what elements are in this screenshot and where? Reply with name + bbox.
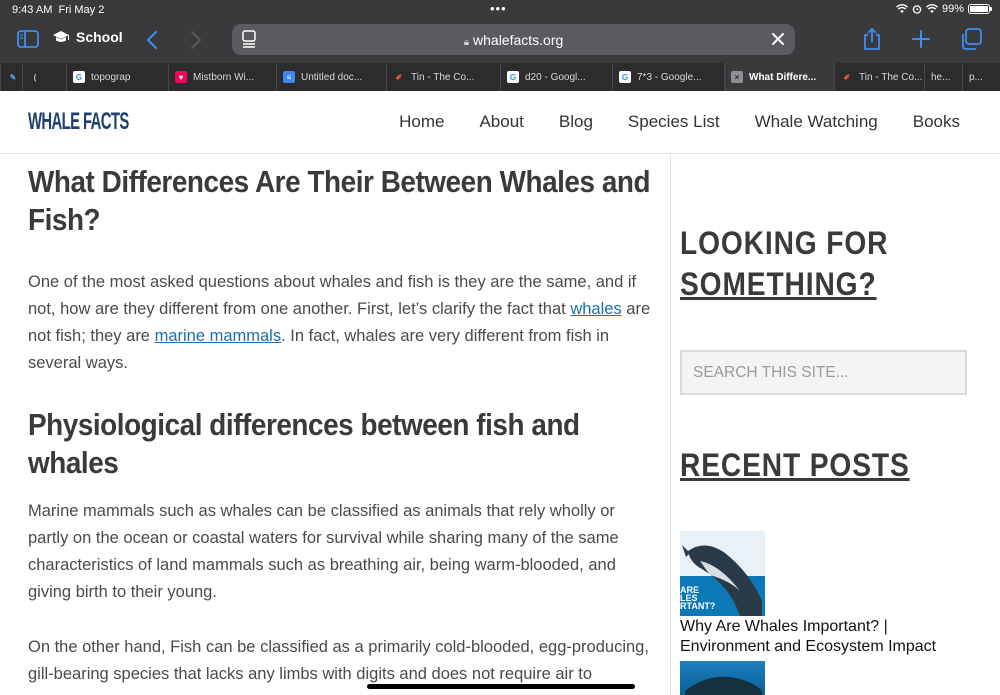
- nav-books[interactable]: Books: [913, 112, 960, 132]
- tab-0[interactable]: ✎: [0, 63, 22, 91]
- address-bar[interactable]: 🔒︎ whalefacts.org: [232, 24, 795, 55]
- marine-mammals-link[interactable]: marine mammals: [155, 327, 282, 345]
- browser-chrome: 9:43 AM Fri May 2 ••• 99% School 🔒︎ whal…: [0, 0, 1000, 91]
- status-right: 99%: [895, 3, 992, 15]
- tab-group-button[interactable]: School: [52, 29, 123, 45]
- tab-5[interactable]: ✐ Tin - The Co...: [386, 63, 500, 91]
- intro-paragraph: One of the most asked questions about wh…: [28, 269, 658, 377]
- tab-10[interactable]: he...: [924, 63, 962, 91]
- tab-6[interactable]: Gd20 - Googl...: [500, 63, 612, 91]
- article-title: What Differences Are Their Between Whale…: [28, 164, 651, 237]
- search-input[interactable]: [682, 352, 965, 393]
- post-thumbnail[interactable]: ARE LES RTANT?: [680, 531, 765, 616]
- nav-home[interactable]: Home: [399, 112, 444, 132]
- plus-icon: [912, 30, 930, 48]
- sidebar-toggle-icon[interactable]: [17, 30, 39, 48]
- new-tab-button[interactable]: [911, 29, 931, 49]
- back-button[interactable]: [146, 30, 158, 50]
- column-divider: [670, 155, 671, 695]
- site-header: WHALE FACTS Home About Blog Species List…: [0, 91, 1000, 154]
- tab-strip: ✎ ( Gtopograp ♥ Mistborn Wi... ≡ Untitled doc.…: [0, 63, 1000, 91]
- clear-address-button[interactable]: [771, 32, 785, 46]
- nav-about[interactable]: About: [479, 112, 523, 132]
- chevron-left-icon: [146, 30, 158, 50]
- nav-whale-watching[interactable]: Whale Watching: [755, 112, 878, 132]
- tab-label: 7*3 - Google...: [637, 71, 702, 83]
- tab-1[interactable]: (: [22, 63, 66, 91]
- tab-label: What Differe...: [749, 71, 817, 83]
- main-nav: Home About Blog Species List Whale Watch…: [399, 112, 960, 132]
- url-text: whalefacts.org: [473, 32, 564, 48]
- tab-4[interactable]: ≡ Untitled doc...: [276, 63, 386, 91]
- lock-icon: 🔒︎: [463, 37, 470, 48]
- intro-text-a: One of the most asked questions about wh…: [28, 273, 637, 318]
- wifi-icon: [895, 4, 908, 13]
- tab-label: p...: [969, 71, 983, 83]
- partial-icon: (: [33, 72, 37, 82]
- tabs-icon: [962, 28, 982, 50]
- tab-9[interactable]: ✐ Tin - The Co...: [834, 63, 924, 91]
- section-heading: Physiological differences between fish a…: [28, 407, 580, 480]
- thumb-text: ARE LES RTANT?: [680, 585, 716, 611]
- tab-label: topograp: [91, 71, 131, 83]
- fish-paragraph: On the other hand, Fish can be classifie…: [28, 638, 649, 683]
- tab-2[interactable]: Gtopograp: [66, 63, 168, 91]
- looking-line-1: LOOKING FOR: [680, 225, 889, 261]
- nav-blog[interactable]: Blog: [559, 112, 593, 132]
- pencil-icon: ✎: [9, 72, 17, 82]
- nav-species-list[interactable]: Species List: [628, 112, 720, 132]
- close-icon: [772, 33, 784, 45]
- tab-11[interactable]: p...: [962, 63, 1000, 91]
- google-icon: G: [619, 71, 631, 83]
- tab-group-label: School: [76, 29, 123, 45]
- tab-7[interactable]: G 7*3 - Google...: [612, 63, 724, 91]
- home-indicator[interactable]: [367, 684, 635, 689]
- tab-label: d20 - Googl...: [525, 71, 586, 83]
- recent-posts-heading[interactable]: RECENT POSTS: [680, 445, 979, 486]
- chevron-right-icon: [190, 30, 202, 50]
- status-bar: 9:43 AM Fri May 2 ••• 99%: [0, 0, 1000, 20]
- browser-toolbar: School 🔒︎ whalefacts.org: [0, 22, 1000, 58]
- tab-3[interactable]: ♥ Mistborn Wi...: [168, 63, 276, 91]
- tab-label: Tin - The Co...: [411, 71, 475, 83]
- date-text: Fri May 2: [58, 4, 105, 16]
- battery-percent: 99%: [941, 3, 964, 15]
- graduation-cap-icon: [53, 31, 69, 42]
- battery-icon: [968, 4, 992, 14]
- forward-button[interactable]: [190, 30, 202, 50]
- alarm-icon: [912, 5, 922, 14]
- tab-label: Tin - The Co...: [859, 71, 923, 83]
- whales-link[interactable]: whales: [570, 300, 621, 318]
- google-icon: G: [507, 71, 519, 83]
- looking-for-heading: LOOKING FOR SOMETHING?: [680, 223, 979, 305]
- feather-icon: ✐: [395, 72, 403, 82]
- share-icon: [864, 27, 880, 50]
- marine-mammals-paragraph: Marine mammals such as whales can be cla…: [28, 502, 619, 601]
- feather-icon: ✐: [843, 72, 851, 82]
- tab-label: Untitled doc...: [301, 71, 363, 83]
- close-icon: ×: [731, 71, 743, 83]
- time-text: 9:43 AM: [12, 4, 53, 16]
- site-logo[interactable]: WHALE FACTS: [28, 108, 129, 136]
- tab-label: Mistborn Wi...: [193, 71, 255, 83]
- search-box: [680, 350, 967, 395]
- address-text[interactable]: 🔒︎ whalefacts.org: [232, 32, 795, 48]
- whale-image-2: [685, 676, 762, 695]
- tab-8[interactable]: × What Differe...: [724, 63, 834, 91]
- looking-line-2: SOMETHING?: [680, 266, 877, 302]
- tab-overview-button[interactable]: [960, 28, 982, 50]
- google-icon: G: [73, 71, 85, 83]
- post-thumbnail-2[interactable]: [680, 661, 765, 695]
- share-button[interactable]: [862, 27, 882, 51]
- fandom-icon: ♥: [175, 71, 187, 83]
- multitasking-dots-icon[interactable]: •••: [490, 1, 507, 16]
- recent-post-link[interactable]: Why Are Whales Important? | Environment …: [680, 617, 970, 657]
- status-time: 9:43 AM Fri May 2: [12, 4, 104, 16]
- docs-icon: ≡: [283, 71, 295, 83]
- tab-label: he...: [931, 71, 951, 83]
- location-icon: [925, 4, 938, 13]
